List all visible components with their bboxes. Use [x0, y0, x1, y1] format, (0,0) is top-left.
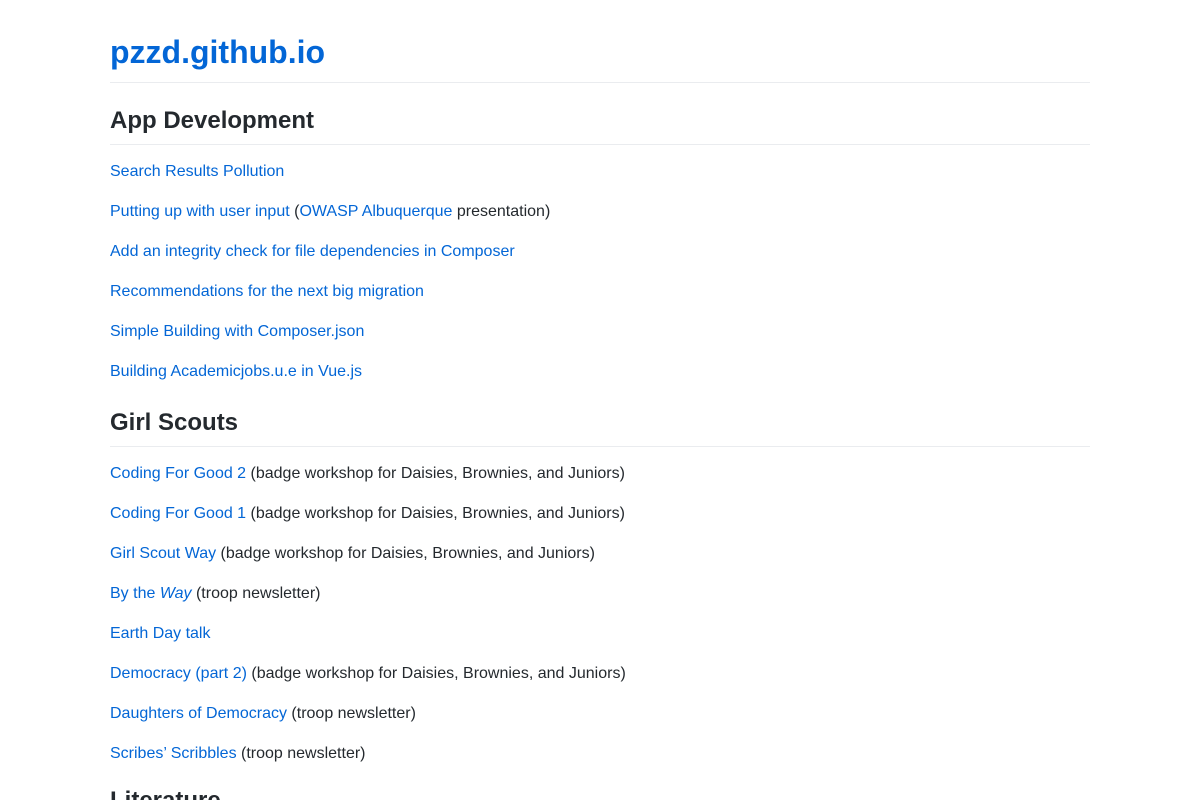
- item-note: (troop newsletter): [191, 585, 321, 602]
- article-link-composer-json[interactable]: Simple Building with Composer.json: [110, 323, 364, 340]
- article-link-coding-for-good-2[interactable]: Coding For Good 2: [110, 465, 246, 482]
- article-link-owasp-albuquerque[interactable]: OWASP Albuquerque: [299, 203, 452, 220]
- link-text: By the: [110, 585, 160, 602]
- item-note: (troop newsletter): [286, 705, 416, 722]
- article-link-academicjobs-vue[interactable]: Building Academicjobs.u.e in Vue.js: [110, 363, 362, 380]
- article-link-scribes-scribbles[interactable]: Scribes’ Scribbles: [110, 745, 237, 762]
- list-item: Recommendations for the next big migrati…: [110, 280, 424, 304]
- article-link-big-migration[interactable]: Recommendations for the next big migrati…: [110, 283, 424, 300]
- list-item: Democracy (part 2) (badge workshop for D…: [110, 662, 626, 686]
- list-item: Putting up with user input (OWASP Albuqu…: [110, 200, 550, 224]
- article-link-democracy-part-2[interactable]: Democracy (part 2): [110, 665, 247, 682]
- section-title-app-development: App Development: [110, 107, 315, 134]
- list-item: Girl Scout Way (badge workshop for Daisi…: [110, 542, 595, 566]
- list-item: Add an integrity check for file dependen…: [110, 240, 515, 264]
- list-item: Search Results Pollution: [110, 160, 284, 184]
- list-item: Earth Day talk: [110, 622, 210, 646]
- list-item: Daughters of Democracy (troop newsletter…: [110, 702, 416, 726]
- site-title-link[interactable]: pzzd.github.io: [110, 32, 325, 72]
- list-item: Scribes’ Scribbles (troop newsletter): [110, 742, 366, 766]
- article-link-daughters-of-democracy[interactable]: Daughters of Democracy: [110, 705, 287, 722]
- title-divider: [110, 82, 1090, 83]
- article-link-search-results-pollution[interactable]: Search Results Pollution: [110, 163, 284, 180]
- article-link-coding-for-good-1[interactable]: Coding For Good 1: [110, 505, 246, 522]
- link-text-emphasis: Way: [159, 585, 192, 602]
- article-link-integrity-check[interactable]: Add an integrity check for file dependen…: [110, 243, 515, 260]
- section-title-girl-scouts: Girl Scouts: [110, 409, 239, 436]
- list-item: Simple Building with Composer.json: [110, 320, 364, 344]
- item-note: (troop newsletter): [236, 745, 366, 762]
- article-link-earth-day-talk[interactable]: Earth Day talk: [110, 625, 210, 642]
- section-title-literature: Literature: [110, 786, 221, 800]
- item-note: (badge workshop for Daisies, Brownies, a…: [216, 545, 595, 562]
- section-divider-girl-scouts: [110, 446, 1090, 447]
- item-note: (badge workshop for Daisies, Brownies, a…: [246, 465, 625, 482]
- item-note: presentation): [452, 203, 551, 220]
- item-note: (badge workshop for Daisies, Brownies, a…: [246, 665, 626, 682]
- list-item: Coding For Good 1 (badge workshop for Da…: [110, 502, 625, 526]
- article-link-girl-scout-way[interactable]: Girl Scout Way: [110, 545, 216, 562]
- list-item: By the Way (troop newsletter): [110, 582, 320, 606]
- list-item: Building Academicjobs.u.e in Vue.js: [110, 360, 362, 384]
- list-item: Coding For Good 2 (badge workshop for Da…: [110, 462, 625, 486]
- article-link-putting-up-with-user-input[interactable]: Putting up with user input: [110, 203, 290, 220]
- article-link-by-the-way[interactable]: By the Way: [110, 585, 192, 602]
- item-paren-open: (: [289, 203, 300, 220]
- item-note: (badge workshop for Daisies, Brownies, a…: [246, 505, 625, 522]
- section-divider-app-development: [110, 144, 1090, 145]
